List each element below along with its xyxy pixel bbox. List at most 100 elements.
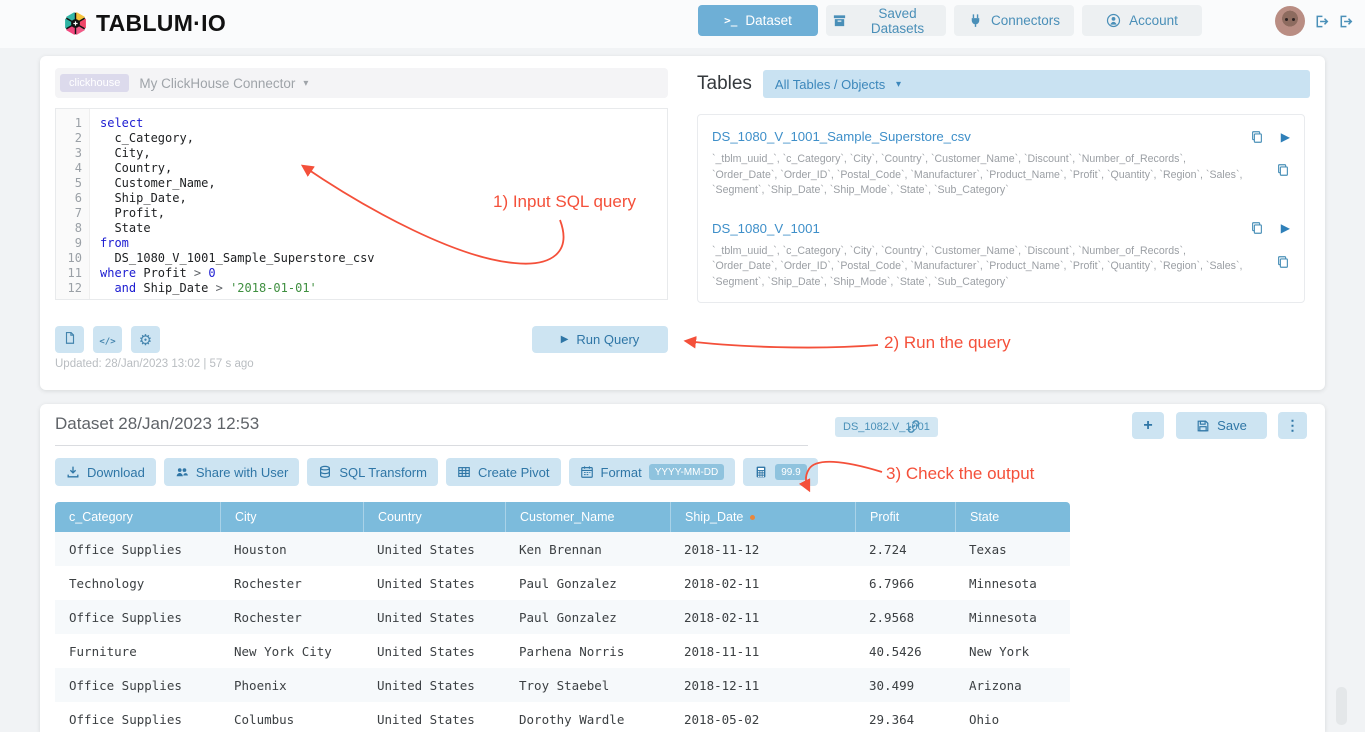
- table-row[interactable]: TechnologyRochesterUnited StatesPaul Gon…: [55, 566, 1070, 600]
- table-cell: New York: [955, 634, 1070, 668]
- table-cell: United States: [363, 600, 505, 634]
- toolbar-button-precision[interactable]: 99.9: [743, 458, 817, 486]
- column-header-c_Category[interactable]: c_Category: [55, 502, 220, 532]
- table-cell: United States: [363, 566, 505, 600]
- editor-action-button-code[interactable]: </>: [93, 326, 122, 353]
- column-header-Profit[interactable]: Profit: [855, 502, 955, 532]
- connector-name: My ClickHouse Connector: [139, 76, 295, 91]
- table-cell: Ken Brennan: [505, 532, 670, 566]
- nav-button-connectors[interactable]: Connectors: [954, 5, 1074, 36]
- tables-panel: Tables All Tables / Objects ▾ DS_1080_V_…: [697, 70, 1310, 303]
- brand-logo-text: TABLUM·IO: [96, 10, 226, 37]
- table-row[interactable]: Office SuppliesHoustonUnited StatesKen B…: [55, 532, 1070, 566]
- column-header-Ship_Date[interactable]: Ship_Date: [670, 502, 855, 532]
- line-number: 9: [56, 236, 82, 251]
- logout-icon[interactable]: [1314, 14, 1329, 29]
- users-icon: [175, 465, 189, 479]
- line-number: 8: [56, 221, 82, 236]
- column-header-Country[interactable]: Country: [363, 502, 505, 532]
- table-columns-list: `_tblm_uuid_`, `c_Category`, `City`, `Co…: [712, 244, 1252, 291]
- table-cell: United States: [363, 702, 505, 732]
- line-number-gutter: 123456789101112: [56, 109, 90, 299]
- run-table-icon[interactable]: ▶: [1281, 130, 1290, 144]
- table-cell: 30.499: [855, 668, 955, 702]
- tables-filter-dropdown[interactable]: All Tables / Objects ▾: [763, 70, 1310, 98]
- header-right: [1275, 6, 1353, 36]
- scrollbar-thumb[interactable]: [1336, 687, 1347, 725]
- line-number: 4: [56, 161, 82, 176]
- table-name-link[interactable]: DS_1080_V_1001: [712, 221, 820, 236]
- save-button[interactable]: Save: [1176, 412, 1267, 439]
- table-cell: Paul Gonzalez: [505, 566, 670, 600]
- table-row[interactable]: Office SuppliesPhoenixUnited StatesTroy …: [55, 668, 1070, 702]
- table-cell: Office Supplies: [55, 600, 220, 634]
- nav-button-saved-datasets[interactable]: Saved Datasets: [826, 5, 946, 36]
- column-header-State[interactable]: State: [955, 502, 1070, 532]
- toolbar-button-format[interactable]: Format YYYY-MM-DD: [569, 458, 736, 486]
- table-name-link[interactable]: DS_1080_V_1001_Sample_Superstore_csv: [712, 129, 971, 144]
- exit-icon[interactable]: [1338, 14, 1353, 29]
- column-header-City[interactable]: City: [220, 502, 363, 532]
- user-avatar[interactable]: [1275, 6, 1305, 36]
- code-line: c_Category,: [100, 131, 667, 146]
- toolbar-button-share-with-user[interactable]: Share with User: [164, 458, 299, 486]
- table-cell: 2.724: [855, 532, 955, 566]
- line-number: 2: [56, 131, 82, 146]
- copy-columns-icon[interactable]: [1276, 255, 1290, 269]
- table-cell: New York City: [220, 634, 363, 668]
- code-line: State: [100, 221, 667, 236]
- table-cell: Columbus: [220, 702, 363, 732]
- line-number: 5: [56, 176, 82, 191]
- nav-button-dataset[interactable]: >_ Dataset: [698, 5, 818, 36]
- account-icon: [1106, 13, 1121, 28]
- table-cell: Houston: [220, 532, 363, 566]
- calendar-icon: [580, 465, 594, 479]
- table-cell: Minnesota: [955, 566, 1070, 600]
- table-cell: Office Supplies: [55, 532, 220, 566]
- editor-action-button-new-query[interactable]: [55, 326, 84, 353]
- table-row[interactable]: FurnitureNew York CityUnited StatesParhe…: [55, 634, 1070, 668]
- toolbar-button-download[interactable]: Download: [55, 458, 156, 486]
- table-cell: Minnesota: [955, 600, 1070, 634]
- save-icon: [1196, 419, 1210, 433]
- table-cell: Ohio: [955, 702, 1070, 732]
- nav-button-account[interactable]: Account: [1082, 5, 1202, 36]
- sql-code[interactable]: select c_Category, City, Country, Custom…: [90, 109, 667, 299]
- calculator-icon: [754, 465, 768, 479]
- add-button[interactable]: +: [1132, 412, 1164, 439]
- toolbar-button-create-pivot[interactable]: Create Pivot: [446, 458, 561, 486]
- sql-editor[interactable]: 123456789101112 select c_Category, City,…: [55, 108, 668, 300]
- toolbar-button-sql-transform[interactable]: SQL Transform: [307, 458, 438, 486]
- run-query-button[interactable]: ▶ Run Query: [532, 326, 668, 353]
- button-badge: 99.9: [775, 464, 806, 480]
- tables-list: DS_1080_V_1001_Sample_Superstore_csv ▶ `…: [697, 114, 1305, 303]
- table-cell: 2018-11-11: [670, 634, 855, 668]
- code-line: DS_1080_V_1001_Sample_Superstore_csv: [100, 251, 667, 266]
- copy-columns-icon[interactable]: [1276, 163, 1290, 177]
- table-row[interactable]: Office SuppliesColumbusUnited StatesDoro…: [55, 702, 1070, 732]
- copy-icon[interactable]: [1250, 221, 1264, 235]
- line-number: 1: [56, 116, 82, 131]
- table-cell: 29.364: [855, 702, 955, 732]
- link-icon[interactable]: [905, 418, 922, 440]
- run-table-icon[interactable]: ▶: [1281, 221, 1290, 235]
- more-options-button[interactable]: ⋮: [1278, 412, 1307, 439]
- sort-indicator: [750, 515, 755, 520]
- dataset-title-row: Dataset 28/Jan/2023 12:53: [55, 414, 808, 446]
- code-line: from: [100, 236, 667, 251]
- dataset-result-card: Dataset 28/Jan/2023 12:53 DS_1082.V_1001…: [40, 404, 1325, 732]
- table-cell: United States: [363, 634, 505, 668]
- dataset-id-badge: DS_1082.V_1001: [835, 417, 938, 437]
- code-line: where Profit > 0: [100, 266, 667, 281]
- code-line: Country,: [100, 161, 667, 176]
- copy-icon[interactable]: [1250, 130, 1264, 144]
- editor-action-button-settings[interactable]: ⚙: [131, 326, 160, 353]
- table-cell: Dorothy Wardle: [505, 702, 670, 732]
- brand-logo-icon: [62, 10, 89, 37]
- code-line: and Ship_Date > '2018-01-01': [100, 281, 667, 296]
- line-number: 10: [56, 251, 82, 266]
- connector-selector[interactable]: clickhouse My ClickHouse Connector ▾: [55, 68, 668, 98]
- column-header-Customer_Name[interactable]: Customer_Name: [505, 502, 670, 532]
- table-row[interactable]: Office SuppliesRochesterUnited StatesPau…: [55, 600, 1070, 634]
- archive-icon: [832, 13, 847, 28]
